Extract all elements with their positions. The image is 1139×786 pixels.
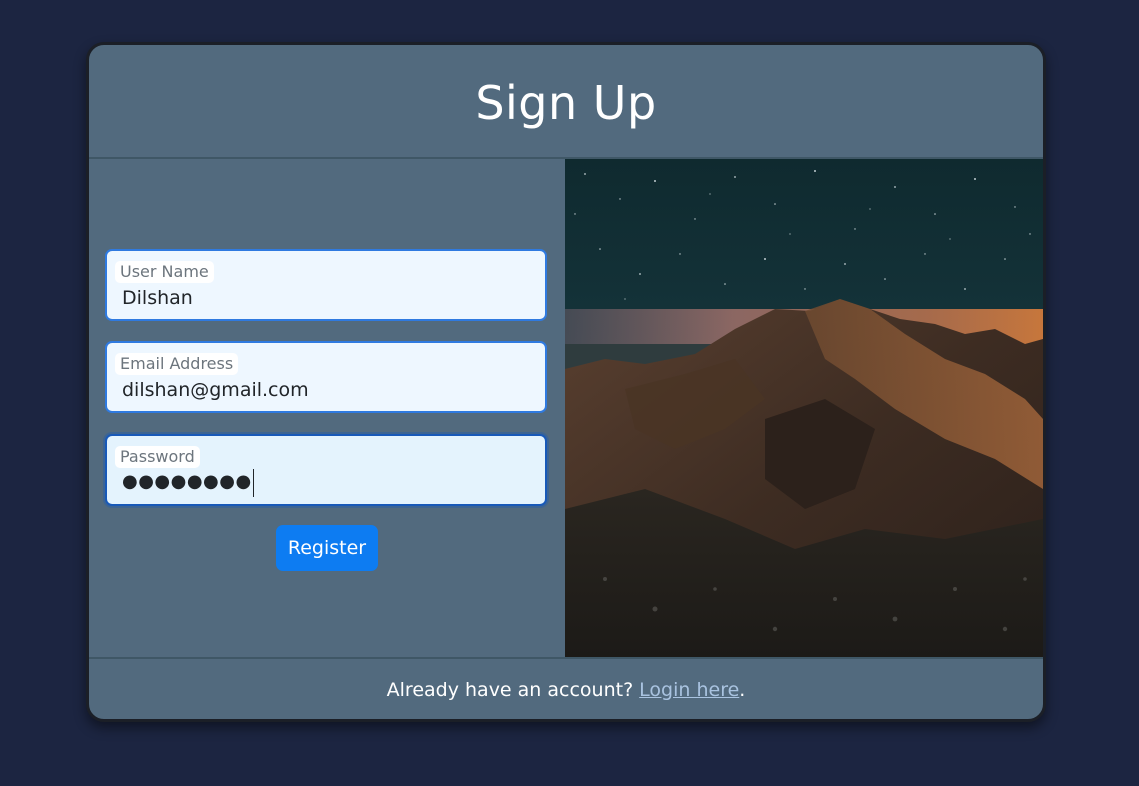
password-field[interactable]: Password ●●●●●●●● [105, 434, 547, 506]
password-label: Password [115, 446, 200, 468]
login-prompt: Already have an account? [386, 679, 634, 701]
mountain-night-sky-photo [565, 159, 1043, 659]
email-field[interactable]: Email Address [105, 341, 547, 413]
username-label: User Name [115, 261, 214, 283]
card-footer: Already have an account? Login here . [89, 657, 1043, 719]
card-header: Sign Up [89, 45, 1043, 159]
email-input[interactable] [122, 377, 532, 403]
register-button[interactable]: Register [276, 525, 378, 571]
mountain-night-sky-image [565, 159, 1043, 659]
username-input[interactable] [122, 285, 532, 311]
signup-card: Sign Up User Name Email Address Password… [86, 42, 1046, 722]
login-link[interactable]: Login here [639, 679, 739, 701]
password-input[interactable]: ●●●●●●●● [122, 469, 254, 497]
page-title: Sign Up [475, 76, 657, 130]
login-suffix: . [739, 679, 746, 701]
email-label: Email Address [115, 353, 239, 375]
username-field[interactable]: User Name [105, 249, 547, 321]
signup-form: User Name Email Address Password ●●●●●●●… [89, 159, 565, 657]
